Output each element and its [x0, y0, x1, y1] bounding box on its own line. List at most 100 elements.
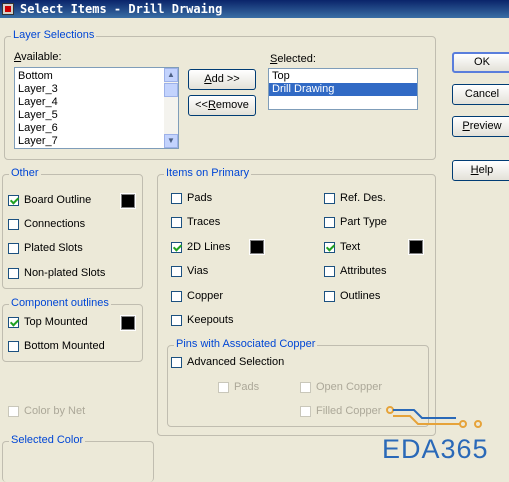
board-outline-label: Board Outline	[24, 194, 92, 206]
available-label: Available:	[14, 51, 62, 63]
primary-left-box-4[interactable]	[171, 290, 182, 302]
add-button[interactable]: Add >>	[188, 69, 256, 90]
cancel-button[interactable]: Cancel	[452, 84, 509, 105]
eda365-circuit-logo-icon	[386, 406, 482, 428]
connections-label: Connections	[24, 218, 86, 230]
window-title: Select Items - Drill Drwaing	[20, 2, 223, 16]
comp-box-1[interactable]	[8, 340, 19, 352]
2d-lines-checkbox[interactable]: 2D Lines	[171, 240, 230, 254]
top-mounted-checkbox[interactable]: Top Mounted	[8, 315, 88, 329]
other-box-2[interactable]	[8, 242, 19, 254]
attributes-checkbox[interactable]: Attributes	[324, 264, 386, 278]
board-outline-color-swatch[interactable]	[120, 193, 136, 209]
primary-left-box-5[interactable]	[171, 314, 182, 326]
primary-right-box-0[interactable]	[324, 192, 335, 204]
vias-checkbox[interactable]: Vias	[171, 264, 208, 278]
open-copper-box[interactable]	[300, 381, 311, 393]
pins-pads-label: Pads	[234, 381, 260, 393]
scroll-thumb[interactable]	[164, 83, 178, 97]
outlines-checkbox[interactable]: Outlines	[324, 289, 380, 303]
preview-button-label: Preview	[462, 120, 502, 132]
open-copper-checkbox[interactable]: Open Copper	[300, 380, 382, 394]
copper-checkbox[interactable]: Copper	[171, 289, 223, 303]
available-label-rest: vailable:	[21, 51, 62, 63]
eda365-watermark: EDA365	[382, 434, 489, 464]
scroll-up-icon[interactable]: ▲	[164, 68, 178, 82]
available-list-item[interactable]: Bottom	[15, 70, 178, 83]
selected-listbox[interactable]: Top Drill Drawing	[268, 68, 418, 110]
pads-checkbox[interactable]: Pads	[171, 191, 212, 205]
connections-checkbox[interactable]: Connections	[8, 217, 85, 231]
primary-left-box-2[interactable]	[171, 241, 182, 253]
filled-copper-checkbox[interactable]: Filled Copper	[300, 404, 381, 418]
ref-des-checkbox[interactable]: Ref. Des.	[324, 191, 386, 205]
available-list-item[interactable]: Layer_5	[15, 109, 178, 122]
items-on-primary-label: Items on Primary	[164, 167, 252, 179]
selected-list-item[interactable]: Top	[269, 70, 417, 83]
attributes-label: Attributes	[340, 265, 387, 277]
non-plated-slots-checkbox[interactable]: Non-plated Slots	[8, 266, 105, 280]
bottom-mounted-checkbox[interactable]: Bottom Mounted	[8, 339, 105, 353]
pads-label: Pads	[187, 192, 213, 204]
primary-right-box-1[interactable]	[324, 216, 335, 228]
color-by-net-checkbox[interactable]: Color by Net	[8, 404, 85, 418]
pins-pads-box[interactable]	[218, 381, 229, 393]
2d-lines-color-swatch[interactable]	[249, 239, 265, 255]
help-button[interactable]: Help	[452, 160, 509, 181]
available-list-item[interactable]: Layer_7	[15, 135, 178, 148]
selected-color-group: Selected Color	[2, 434, 154, 482]
component-outlines-label: Component outlines	[9, 297, 111, 309]
preview-button[interactable]: Preview	[452, 116, 509, 137]
plated-slots-checkbox[interactable]: Plated Slots	[8, 241, 83, 255]
pins-pads-checkbox[interactable]: Pads	[218, 380, 259, 394]
non-plated-slots-label: Non-plated Slots	[24, 267, 106, 279]
other-box-1[interactable]	[8, 218, 19, 230]
copper-label: Copper	[187, 290, 224, 302]
advanced-selection-checkbox[interactable]: Advanced Selection	[171, 355, 284, 369]
other-label: Other	[9, 167, 41, 179]
part-type-checkbox[interactable]: Part Type	[324, 215, 387, 229]
other-box-0[interactable]	[8, 194, 19, 206]
keepouts-checkbox[interactable]: Keepouts	[171, 313, 233, 327]
ok-button[interactable]: OK	[452, 52, 509, 73]
advanced-selection-box[interactable]	[171, 356, 182, 368]
primary-left-box-3[interactable]	[171, 265, 182, 277]
keepouts-label: Keepouts	[187, 314, 234, 326]
filled-copper-box[interactable]	[300, 405, 311, 417]
comp-box-0[interactable]	[8, 316, 19, 328]
primary-left-box-0[interactable]	[171, 192, 182, 204]
title-bar: Select Items - Drill Drwaing	[0, 0, 509, 18]
remove-button-label: <<Remove	[195, 99, 249, 111]
ref-des-label: Ref. Des.	[340, 192, 386, 204]
color-by-net-box[interactable]	[8, 405, 19, 417]
available-scrollbar[interactable]: ▲ ▼	[164, 68, 178, 148]
vias-label: Vias	[187, 265, 209, 277]
available-list-item[interactable]: Layer_4	[15, 96, 178, 109]
part-type-label: Part Type	[340, 216, 387, 228]
primary-right-box-3[interactable]	[324, 265, 335, 277]
primary-right-box-2[interactable]	[324, 241, 335, 253]
text-color-swatch[interactable]	[408, 239, 424, 255]
selected-color-label: Selected Color	[9, 434, 86, 446]
available-list-item[interactable]: Layer_6	[15, 122, 178, 135]
remove-button[interactable]: <<Remove	[188, 95, 256, 116]
primary-left-box-1[interactable]	[171, 216, 182, 228]
other-box-3[interactable]	[8, 267, 19, 279]
layer-selections-label: Layer Selections	[11, 29, 97, 41]
top-mounted-color-swatch[interactable]	[120, 315, 136, 331]
available-list-item[interactable]: Layer_3	[15, 83, 178, 96]
text-checkbox[interactable]: Text	[324, 240, 360, 254]
scroll-down-icon[interactable]: ▼	[164, 134, 178, 148]
outlines-label: Outlines	[340, 290, 381, 302]
add-button-label: Add >>	[204, 73, 240, 85]
traces-checkbox[interactable]: Traces	[171, 215, 220, 229]
available-items: Bottom Layer_3 Layer_4 Layer_5 Layer_6 Layer_…	[15, 68, 178, 148]
selected-list-item[interactable]: Drill Drawing	[269, 83, 417, 96]
ok-button-label: OK	[474, 56, 490, 68]
primary-right-box-4[interactable]	[324, 290, 335, 302]
available-listbox[interactable]: Bottom Layer_3 Layer_4 Layer_5 Layer_6 Layer_…	[14, 67, 179, 149]
plated-slots-label: Plated Slots	[24, 242, 83, 254]
filled-copper-label: Filled Copper	[316, 405, 382, 417]
board-outline-checkbox[interactable]: Board Outline	[8, 193, 91, 207]
top-mounted-label: Top Mounted	[24, 316, 88, 328]
